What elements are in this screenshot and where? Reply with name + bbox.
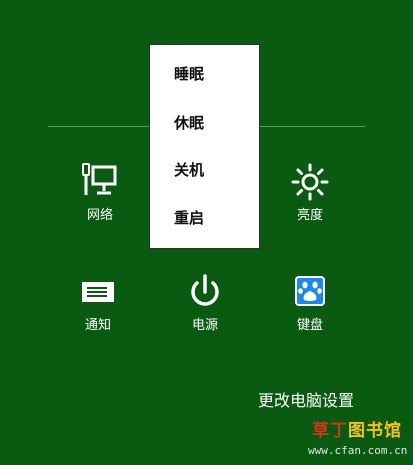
menu-item-shutdown[interactable]: 关机 <box>174 160 204 180</box>
watermark: 草丁图书馆 www.cfan.com.cn <box>308 418 412 462</box>
menu-item-sleep[interactable]: 睡眠 <box>174 64 204 84</box>
notification-icon <box>82 282 114 302</box>
notifications-label: 通知 <box>84 318 111 333</box>
watermark-brand-part1: 草丁 <box>312 421 348 441</box>
power-options-menu: 睡眠 休眠 关机 重启 <box>149 44 260 249</box>
menu-item-restart[interactable]: 重启 <box>174 208 204 228</box>
notifications-tile[interactable]: 通知 <box>58 272 138 334</box>
watermark-brand-part2: 图书馆 <box>348 421 402 441</box>
brightness-icon <box>291 163 329 201</box>
brightness-label: 亮度 <box>296 208 323 223</box>
network-icon <box>82 163 117 195</box>
keyboard-icon <box>295 276 325 306</box>
watermark-brand: 草丁图书馆 <box>312 420 402 442</box>
power-tile[interactable]: 电源 <box>165 272 245 334</box>
keyboard-tile[interactable]: 键盘 <box>270 272 350 334</box>
menu-item-hibernate[interactable]: 休眠 <box>174 113 204 133</box>
power-label: 电源 <box>191 318 218 333</box>
watermark-domain: www.cfan.com.cn <box>308 444 408 457</box>
power-icon <box>191 274 219 306</box>
network-tile[interactable]: 网络 <box>60 162 140 224</box>
keyboard-label: 键盘 <box>296 318 323 333</box>
network-label: 网络 <box>86 208 113 223</box>
change-pc-settings-link[interactable]: 更改电脑设置 <box>258 390 354 412</box>
brightness-tile[interactable]: 亮度 <box>270 162 350 224</box>
